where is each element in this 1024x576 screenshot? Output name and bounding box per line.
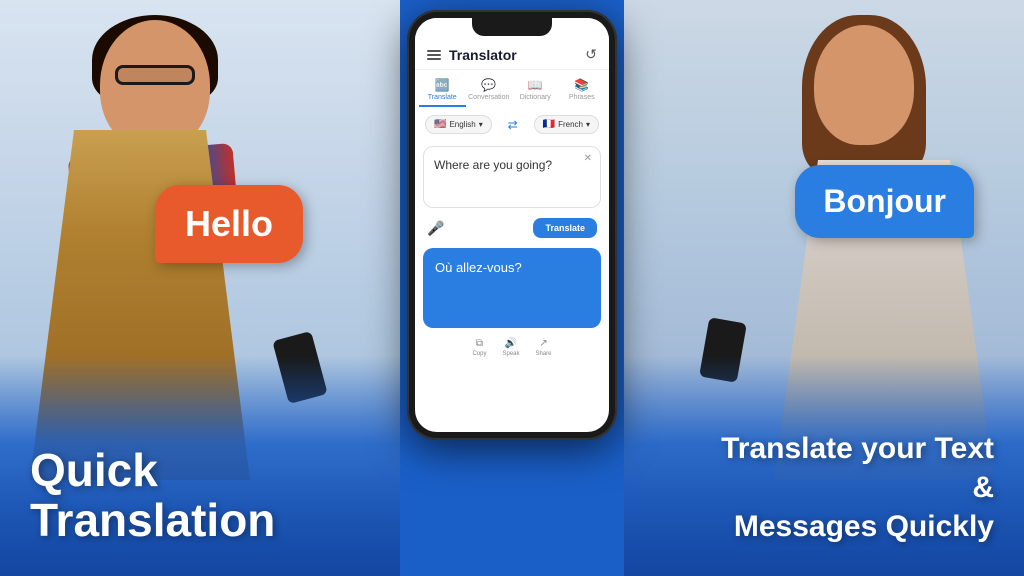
left-tagline: QuickTranslation (30, 445, 275, 546)
phrases-tab-icon: 📚 (574, 78, 589, 92)
tab-translate[interactable]: 🔤 Translate (419, 74, 466, 107)
copy-icon: ⧉ (476, 338, 483, 349)
target-dropdown-icon: ▾ (586, 120, 590, 129)
output-actions: ⧉ Copy 🔊 Speak ↗ Share (415, 332, 609, 363)
speak-button[interactable]: 🔊 Speak (502, 338, 519, 357)
bonjour-bubble: Bonjour (795, 165, 974, 238)
swap-languages-button[interactable]: ⇄ (496, 118, 530, 132)
source-dropdown-icon: ▾ (479, 120, 483, 129)
app-tabs: 🔤 Translate 💬 Conversation 📖 Dictionary … (415, 70, 609, 107)
share-button[interactable]: ↗ Share (536, 338, 552, 357)
phone-frame: Translator ↺ 🔤 Translate 💬 Conversation … (407, 10, 617, 440)
share-icon: ↗ (539, 338, 547, 349)
tab-dictionary[interactable]: 📖 Dictionary (512, 74, 559, 107)
input-text[interactable]: Where are you going? (434, 157, 590, 197)
menu-icon[interactable] (427, 50, 441, 60)
translate-button[interactable]: Translate (533, 218, 597, 238)
copy-button[interactable]: ⧉ Copy (472, 338, 486, 357)
app-title: Translator (449, 47, 517, 63)
right-tagline: Translate your Text &Messages Quickly (714, 429, 994, 546)
input-actions: 🎤 Translate (415, 212, 609, 244)
dictionary-tab-icon: 📖 (528, 78, 543, 92)
phone-notch (472, 18, 552, 36)
clear-input-button[interactable]: ✕ (584, 153, 592, 164)
input-area[interactable]: ✕ Where are you going? (423, 146, 601, 208)
target-flag: 🇫🇷 (543, 119, 555, 130)
left-tagline-text: QuickTranslation (30, 445, 275, 546)
right-panel: Bonjour Translate your Text &Messages Qu… (624, 0, 1024, 576)
output-area: Où allez-vous? (423, 248, 601, 328)
phone-screen: Translator ↺ 🔤 Translate 💬 Conversation … (415, 18, 609, 432)
speak-icon: 🔊 (505, 338, 517, 349)
output-text: Où allez-vous? (435, 260, 589, 275)
source-language-button[interactable]: 🇺🇸 English ▾ (425, 115, 492, 134)
phone-mockup: Translator ↺ 🔤 Translate 💬 Conversation … (397, 0, 627, 576)
left-panel: Hello QuickTranslation (0, 0, 400, 576)
language-selector: 🇺🇸 English ▾ ⇄ 🇫🇷 French ▾ (415, 107, 609, 142)
history-icon[interactable]: ↺ (585, 46, 597, 63)
translate-tab-icon: 🔤 (435, 78, 450, 92)
app-header-left: Translator (427, 47, 517, 63)
conversation-tab-icon: 💬 (481, 78, 496, 92)
microphone-icon[interactable]: 🎤 (427, 220, 444, 237)
source-flag: 🇺🇸 (434, 119, 446, 130)
person-right-head (814, 25, 914, 145)
target-language-button[interactable]: 🇫🇷 French ▾ (534, 115, 599, 134)
tab-phrases[interactable]: 📚 Phrases (559, 74, 606, 107)
hello-bubble: Hello (155, 185, 303, 263)
tab-conversation[interactable]: 💬 Conversation (466, 74, 513, 107)
right-tagline-text: Translate your Text &Messages Quickly (714, 429, 994, 546)
